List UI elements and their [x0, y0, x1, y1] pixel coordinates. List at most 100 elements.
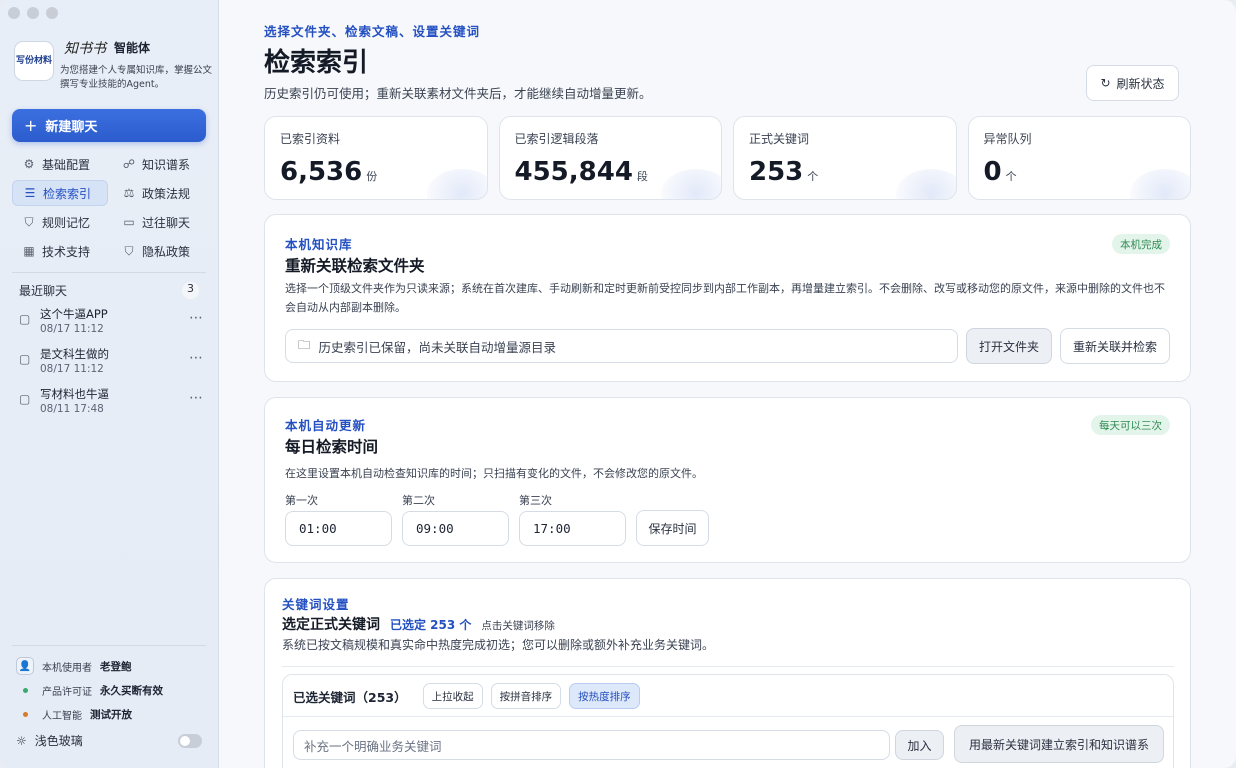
refresh-icon: ↻	[1100, 76, 1111, 90]
plus-icon: +	[24, 116, 38, 135]
recent-chat-date: 08/11 17:48	[40, 403, 104, 415]
ai-value: 测试开放	[90, 708, 132, 721]
sidebar-divider	[12, 272, 206, 273]
new-chat-label: 新建聊天	[45, 120, 98, 135]
recent-chat-title: 是文科生做的	[40, 347, 109, 361]
sidebar-item-4[interactable]: ⛉ 规则记忆	[12, 209, 108, 235]
sun-icon: ☼	[16, 733, 27, 748]
license-label: 产品许可证	[42, 686, 92, 698]
recent-chat-title: 这个牛逼APP	[40, 307, 108, 321]
license-status-dot	[22, 687, 28, 693]
folder-path-field[interactable]: 🗀 历史索引已保留，尚未关联自动增量源目录	[285, 329, 958, 363]
recent-chat-item[interactable]: ▢ 是文科生做的 08/17 11:12 ⋯	[19, 346, 204, 386]
relink-search-button[interactable]: 重新关联并检索	[1060, 328, 1170, 364]
page-title: 检索索引	[264, 48, 369, 78]
sidebar-item-2[interactable]: ☰ 检索索引	[12, 180, 108, 206]
new-chat-button[interactable]: + 新建聊天	[12, 109, 206, 142]
graph-icon: ☍	[122, 157, 136, 171]
open-folder-button[interactable]: 打开文件夹	[966, 328, 1052, 364]
stat-value: 6,536	[280, 157, 363, 187]
keywords-eyebrow: 关键词设置	[282, 597, 350, 612]
sidebar-item-3[interactable]: ⚖ 政策法规	[112, 180, 208, 206]
sidebar-item-label: 检索索引	[43, 186, 92, 201]
license-row: 产品许可证 永久买断有效	[16, 678, 206, 702]
selected-keywords-box: 已选关键词（253） 上拉收起 按拼音排序 按热度排序 补充一个明确业务关键词 …	[282, 674, 1174, 768]
stat-unit: 个	[1005, 170, 1017, 183]
brand-name: 智能体	[114, 41, 151, 55]
local-kb-title: 重新关联检索文件夹	[285, 257, 425, 275]
stat-card: 已索引资料 6,536 份	[264, 116, 488, 200]
sort-heat-chip[interactable]: 按热度排序	[569, 683, 640, 709]
chat-icon: ▢	[19, 352, 31, 366]
chat-icon: ▭	[123, 215, 135, 229]
time-input-3[interactable]: 17:00	[519, 511, 626, 546]
sort-pinyin-chip[interactable]: 按拼音排序	[490, 683, 562, 709]
recent-chat-date: 08/17 11:12	[40, 363, 104, 375]
close-window-button[interactable]	[8, 7, 20, 19]
license-value: 永久买断有效	[100, 684, 163, 697]
more-options-icon[interactable]: ⋯	[189, 310, 204, 326]
more-options-icon[interactable]: ⋯	[189, 350, 204, 366]
status-badge: 每天可以三次	[1091, 415, 1170, 435]
sidebar-footer: 👤 本机使用者 老登鲍 产品许可证 永久买断有效 人工智能 测试开放	[16, 654, 206, 726]
user-label: 本机使用者	[42, 662, 92, 674]
keywords-selected-count: 已选定 253 个	[390, 618, 472, 632]
stat-card: 异常队列 0 个	[967, 116, 1191, 200]
recent-chat-item[interactable]: ▢ 写材料也牛逼 08/11 17:48 ⋯	[19, 386, 204, 426]
user-icon: 👤	[16, 657, 34, 675]
keywords-description: 系统已按文稿规模和真实命中热度完成初选；您可以删除或额外补充业务关键词。	[282, 638, 715, 652]
zoom-window-button[interactable]	[46, 7, 58, 19]
theme-toggle[interactable]	[178, 733, 202, 748]
theme-label: 浅色玻璃	[34, 734, 83, 748]
stat-unit: 份	[366, 170, 378, 183]
user-row: 👤 本机使用者 老登鲍	[16, 654, 206, 678]
sidebar-item-6[interactable]: ▦ 技术支持	[12, 238, 108, 264]
list-icon: ☰	[24, 186, 36, 200]
stat-value: 455,844	[514, 157, 633, 187]
brand-description: 为您搭建个人专属知识库，掌握公文撰写专业技能的Agent。	[60, 65, 213, 90]
recent-chat-title: 写材料也牛逼	[40, 387, 109, 401]
keywords-hint: 点击关键词移除	[481, 620, 555, 632]
scale-icon: ⚖	[123, 186, 135, 200]
more-options-icon[interactable]: ⋯	[189, 390, 204, 406]
sidebar-item-label: 规则记忆	[42, 215, 91, 230]
keywords-box-title: 已选关键词（253）	[293, 689, 407, 705]
stat-card: 已索引逻辑段落 455,844 段	[498, 116, 722, 200]
time-input-1[interactable]: 01:00	[285, 511, 392, 546]
sidebar-item-label: 基础配置	[42, 157, 91, 172]
refresh-status-button[interactable]: ↻ 刷新状态	[1086, 65, 1179, 101]
ai-status-dot	[22, 711, 28, 717]
app-logo: 写份材料	[14, 41, 54, 81]
sidebar-item-label: 政策法规	[142, 186, 191, 201]
keywords-box-divider	[283, 716, 1173, 717]
auto-update-card: 本机自动更新 每日检索时间 每天可以三次 在这里设置本机自动检查知识库的时间；只…	[264, 397, 1191, 563]
sidebar-item-5[interactable]: ▭ 过往聊天	[112, 209, 208, 235]
sidebar-item-1[interactable]: ☍ 知识谱系	[112, 151, 208, 177]
add-keyword-button[interactable]: 加入	[895, 730, 944, 760]
recent-chats-header: 最近聊天 3	[19, 282, 199, 299]
time-label-1: 第一次	[285, 494, 318, 507]
auto-update-description: 在这里设置本机自动检查知识库的时间；只扫描有变化的文件，不会修改您的原文件。	[285, 467, 703, 480]
keywords-box-header: 已选关键词（253） 上拉收起 按拼音排序 按热度排序	[293, 683, 640, 709]
time-input-2[interactable]: 09:00	[402, 511, 509, 546]
stats-row: 已索引资料 6,536 份已索引逻辑段落 455,844 段正式关键词 253 个异常队列 0…	[264, 116, 1191, 200]
brand: 写份材料 知书书 智能体 为您搭建个人专属知识库，掌握公文撰写专业技能的Agen…	[12, 38, 212, 94]
stat-unit: 个	[807, 170, 819, 183]
stat-label: 已索引资料	[280, 132, 341, 146]
local-kb-description: 选择一个顶级文件夹作为只读来源；系统在首次建库、手动刷新和定时更新前受控同步到内…	[285, 282, 1165, 314]
collapse-chip[interactable]: 上拉收起	[422, 683, 483, 709]
sidebar-item-0[interactable]: ⚙ 基础配置	[12, 151, 108, 177]
save-time-button[interactable]: 保存时间	[636, 510, 709, 546]
rebuild-index-button[interactable]: 用最新关键词建立索引和知识谱系	[954, 725, 1164, 763]
sidebar-item-7[interactable]: ⛉ 隐私政策	[112, 238, 208, 264]
recent-chats-list: ▢ 这个牛逼APP 08/17 11:12 ⋯ ▢ 是文科生做的 08/17 11:12 ⋯ ▢…	[19, 306, 204, 426]
sidebar-item-label: 隐私政策	[142, 244, 191, 259]
page-subtitle: 历史索引仍可使用；重新关联素材文件夹后，才能继续自动增量更新。	[264, 86, 652, 101]
minimize-window-button[interactable]	[27, 7, 39, 19]
recent-chat-item[interactable]: ▢ 这个牛逼APP 08/17 11:12 ⋯	[19, 306, 204, 346]
keyword-input[interactable]: 补充一个明确业务关键词	[293, 730, 890, 760]
chat-icon: ▢	[19, 392, 31, 406]
sidebar: 写份材料 知书书 智能体 为您搭建个人专属知识库，掌握公文撰写专业技能的Agen…	[0, 0, 219, 768]
keywords-heading-row: 选定正式关键词 已选定 253 个 点击关键词移除	[282, 614, 555, 634]
sidebar-item-label: 技术支持	[42, 244, 91, 259]
